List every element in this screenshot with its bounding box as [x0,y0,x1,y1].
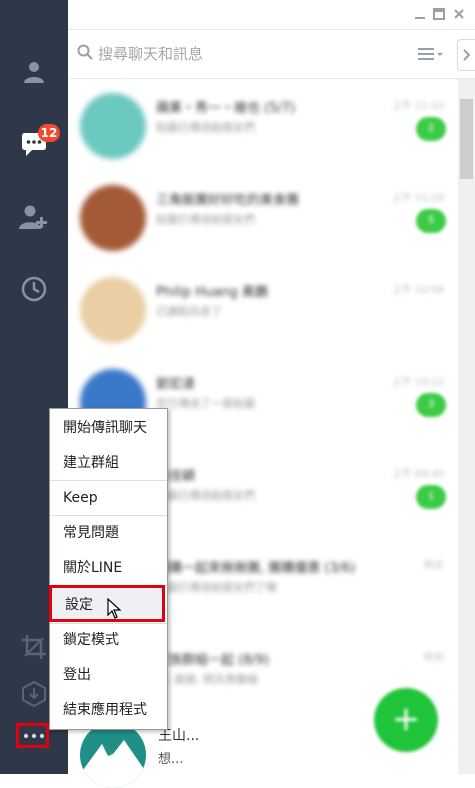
chat-preview: 您已傳送了一張貼圖 [156,397,255,410]
chat-name: 三角飯團好好吃的美食團 [156,193,300,208]
close-icon[interactable] [452,6,466,20]
chat-name: 家族群組一起 (8/9) [156,653,270,668]
list-item[interactable]: 蘋果・秀一・維也 (5/7) 貼圖已傳送給朋友們 上午 11:32 2 [68,79,458,169]
chat-preview: 貼圖已傳送給朋友們 [156,213,255,226]
friends-icon[interactable] [0,55,68,89]
menu-item-faq[interactable]: 常見問題 [50,516,167,550]
avatar[interactable] [80,722,146,788]
menu-item-about[interactable]: 關於LINE [50,551,167,585]
unread-badge: 12 [38,124,60,142]
scrollbar[interactable] [458,79,475,774]
unread-count: 2 [416,117,446,141]
chat-preview: 好, 謝謝, 明天再聯絡 [156,673,258,686]
chat-preview: 想... [158,752,184,767]
options-menu: 開始傳訊聊天 建立群組 Keep 常見問題 關於LINE 設定 鎖定模式 登出 … [49,408,168,730]
chat-time: 上午 11:20 [392,193,444,204]
menu-item-start-chat[interactable]: 開始傳訊聊天 [50,411,167,445]
minimize-icon[interactable] [413,6,427,20]
chat-time: 上午 10:58 [392,285,444,296]
menu-item-logout[interactable]: 登出 [50,658,167,692]
unread-count: 1 [416,485,446,509]
list-menu-icon[interactable] [418,46,444,65]
new-chat-fab[interactable]: + [374,688,438,752]
search-icon [77,44,93,64]
add-friend-icon[interactable] [0,200,68,234]
more-options-highlight [16,723,49,748]
menu-item-lock-mode[interactable]: 鎖定模式 [50,623,167,657]
chat-time: 昨天 [424,561,444,572]
chat-name: 蘋果・秀一・維也 (5/7) [156,101,296,116]
avatar [80,93,146,159]
maximize-icon[interactable] [432,6,446,20]
unread-count: 3 [416,393,446,417]
search-bar [68,30,475,79]
unread-count: 5 [416,209,446,233]
chat-preview: 貼圖已傳送給朋友們了喔 [156,581,277,594]
title-bar [68,0,475,30]
chat-name: 團購一起來揪揪團, 團購優惠 (3/6) [156,561,356,576]
chat-preview: 貼圖已傳送給朋友們 [156,489,255,502]
chat-preview: 貼圖已傳送給朋友們 [156,121,255,134]
chat-time: 上午 09:40 [392,469,444,480]
expand-panel-button[interactable] [457,39,475,71]
list-item[interactable]: 三角飯團好好吃的美食團 貼圖已傳送給朋友們 上午 11:20 5 [68,171,458,261]
chat-name: Philip Huang 黃鵬 [156,285,268,300]
chat-name: 劉宏達 [156,377,196,392]
list-item[interactable]: Philip Huang 黃鵬 已讀取訊息了 上午 10:58 [68,263,458,353]
scroll-thumb[interactable] [460,99,473,179]
chat-time: 上午 10:12 [392,377,444,388]
menu-item-quit[interactable]: 結束應用程式 [50,693,167,727]
mouse-cursor-icon [107,597,122,624]
chat-time: 昨天 [424,653,444,664]
history-clock-icon[interactable] [0,272,68,306]
search-input[interactable] [98,43,398,65]
chat-preview: 已讀取訊息了 [156,305,222,318]
menu-item-create-group[interactable]: 建立群組 [50,446,167,480]
menu-item-keep[interactable]: Keep [50,481,167,515]
chat-time: 上午 11:32 [392,101,444,112]
avatar [80,277,146,343]
avatar [80,185,146,251]
